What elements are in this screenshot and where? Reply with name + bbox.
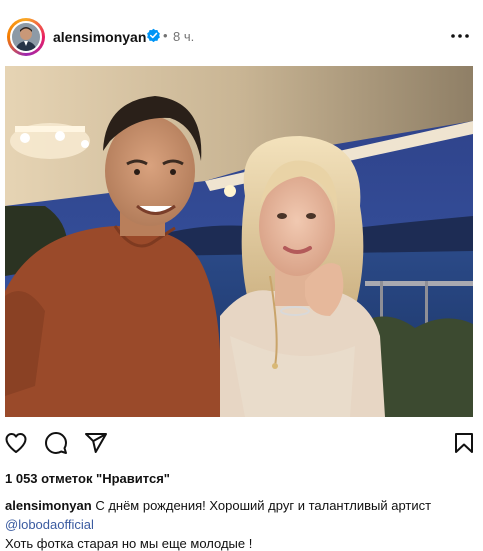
caption-line-2: @lobodaofficial: [5, 515, 475, 534]
action-bar: [0, 428, 483, 458]
more-options-icon[interactable]: [448, 26, 472, 46]
post-timestamp[interactable]: 8 ч.: [173, 29, 194, 44]
story-ring[interactable]: [7, 18, 45, 56]
caption-username[interactable]: alensimonyan: [5, 498, 92, 513]
share-icon[interactable]: [84, 431, 108, 455]
caption-line-1: alensimonyan С днём рождения! Хороший др…: [5, 496, 475, 515]
heart-icon[interactable]: [4, 431, 28, 455]
post-header: alensimonyan • 8 ч.: [0, 14, 483, 60]
bookmark-icon[interactable]: [452, 431, 476, 455]
post-author-username[interactable]: alensimonyan: [53, 29, 146, 45]
avatar[interactable]: [10, 21, 42, 53]
caption-mention[interactable]: @lobodaofficial: [5, 517, 94, 532]
post-photo[interactable]: [5, 66, 473, 417]
like-count[interactable]: 1 053 отметок "Нравится": [5, 471, 170, 486]
caption-line-3: Хоть фотка старая но мы еще молодые !: [5, 536, 253, 551]
post-caption: alensimonyan С днём рождения! Хороший др…: [5, 496, 475, 551]
separator-dot: •: [163, 28, 168, 43]
caption-text: С днём рождения! Хороший друг и талантли…: [91, 498, 432, 513]
comment-icon[interactable]: [44, 431, 68, 455]
instagram-post: alensimonyan • 8 ч. 1 053 отметок "Нрави…: [0, 0, 483, 551]
verified-badge-icon: [147, 28, 160, 43]
